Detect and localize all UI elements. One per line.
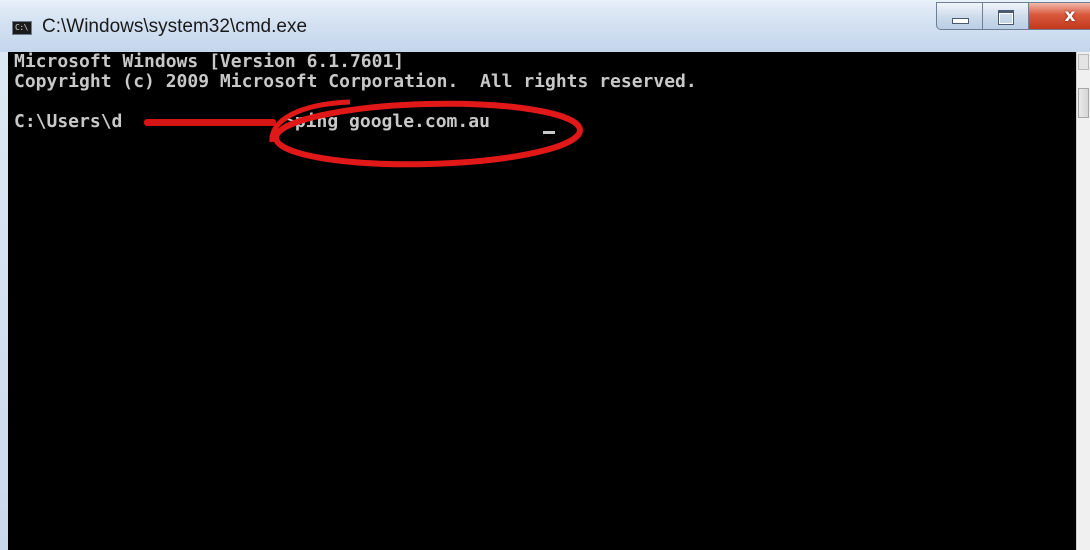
maximize-button[interactable] xyxy=(982,2,1028,30)
window-title: C:\Windows\system32\cmd.exe xyxy=(42,16,308,37)
app-icon-text: C:\ xyxy=(15,23,28,32)
text-cursor xyxy=(543,131,555,134)
redaction-mark xyxy=(144,119,276,126)
cmd-window: C:\ C:\Windows\system32\cmd.exe x Micros… xyxy=(0,0,1090,550)
minimize-button[interactable] xyxy=(936,2,982,30)
close-button[interactable]: x xyxy=(1028,2,1090,30)
maximize-icon xyxy=(998,10,1014,25)
vertical-scrollbar[interactable] xyxy=(1076,52,1090,550)
typed-command[interactable]: >ping google.com.au xyxy=(284,112,490,132)
close-icon: x xyxy=(1064,6,1076,26)
cmd-app-icon[interactable]: C:\ xyxy=(12,21,32,35)
console-line-copyright: Copyright (c) 2009 Microsoft Corporation… xyxy=(14,71,697,92)
scroll-up-arrow-icon[interactable] xyxy=(1078,54,1089,70)
scroll-thumb[interactable] xyxy=(1078,88,1089,118)
console-line-version: Microsoft Windows [Version 6.1.7601] xyxy=(14,51,405,72)
prompt-prefix: C:\Users\d xyxy=(14,111,123,132)
minimize-icon xyxy=(952,18,969,24)
window-controls: x xyxy=(936,2,1090,30)
console-output[interactable]: Microsoft Windows [Version 6.1.7601] Cop… xyxy=(8,52,1076,550)
title-bar[interactable]: C:\ C:\Windows\system32\cmd.exe x xyxy=(0,0,1090,52)
